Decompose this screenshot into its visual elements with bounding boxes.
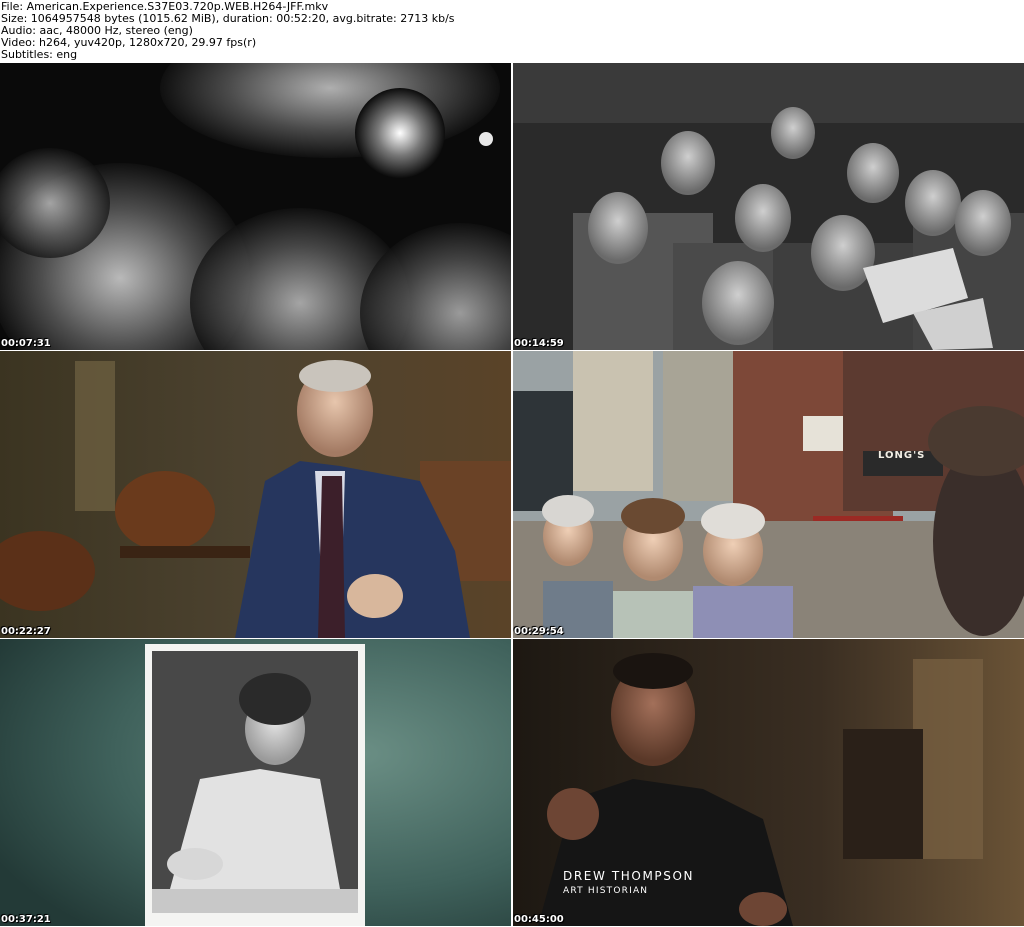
thumbnail-3-image	[0, 351, 511, 638]
thumbnail-2-timestamp: 00:14:59	[514, 338, 564, 349]
thumbnail-4-timestamp: 00:29:54	[514, 626, 564, 637]
longs-sign: LONG'S	[878, 450, 926, 461]
thumbnail-1-image	[0, 63, 511, 350]
caption-role: ART HISTORIAN	[563, 886, 649, 896]
thumbnail-grid: 00:07:31 00:14:59 00:22:27 LONG'S 00:29:…	[0, 63, 1024, 927]
thumbnail-2-image	[513, 63, 1024, 350]
subtitles-line: Subtitles: eng	[1, 48, 78, 61]
thumbnail-3-timestamp: 00:22:27	[1, 626, 51, 637]
thumbnail-5-timestamp: 00:37:21	[1, 914, 51, 925]
thumbnail-5-image	[0, 639, 511, 926]
file-info-header: File: American.Experience.S37E03.720p.WE…	[0, 0, 1024, 63]
thumbnail-6[interactable]: DREW THOMPSON ART HISTORIAN 00:45:00	[513, 639, 1024, 926]
thumbnail-4[interactable]: LONG'S 00:29:54	[513, 351, 1024, 638]
thumbnail-4-image	[513, 351, 1024, 638]
name-caption: DREW THOMPSON ART HISTORIAN	[563, 869, 694, 896]
thumbnail-1-timestamp: 00:07:31	[1, 338, 51, 349]
caption-name: DREW THOMPSON	[563, 869, 695, 883]
thumbnail-3[interactable]: 00:22:27	[0, 351, 511, 638]
thumbnail-1[interactable]: 00:07:31	[0, 63, 511, 350]
thumbnail-2[interactable]: 00:14:59	[513, 63, 1024, 350]
thumbnail-5[interactable]: 00:37:21	[0, 639, 511, 926]
thumbnail-6-timestamp: 00:45:00	[514, 914, 564, 925]
